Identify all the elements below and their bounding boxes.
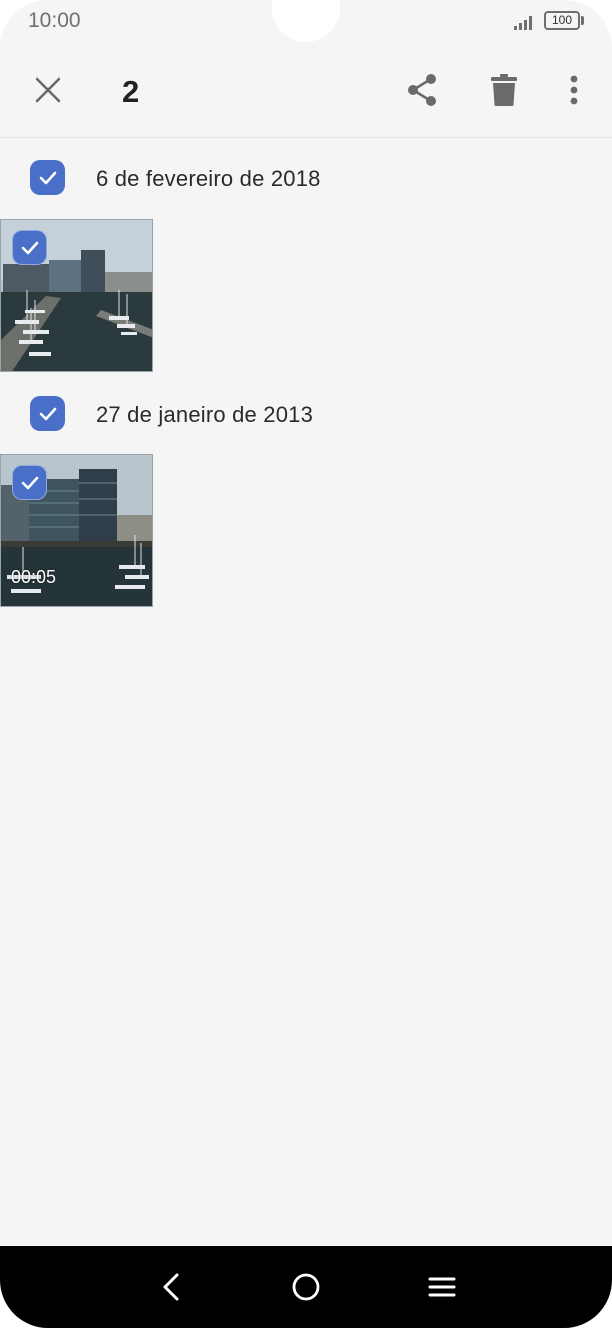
back-icon bbox=[163, 1273, 179, 1301]
navigation-bar bbox=[0, 1246, 612, 1328]
share-icon bbox=[408, 74, 436, 106]
phone-screen: 10:00 100 2 6 de fevereiro de 2018 27 de… bbox=[0, 0, 612, 1328]
check-icon bbox=[21, 476, 38, 489]
battery-tip bbox=[581, 16, 584, 25]
item-select-checkbox[interactable] bbox=[12, 465, 47, 500]
delete-button[interactable] bbox=[480, 66, 528, 114]
date-section-header[interactable]: 6 de fevereiro de 2018 bbox=[0, 148, 612, 208]
more-vert-icon bbox=[570, 75, 578, 105]
date-section-header[interactable]: 27 de janeiro de 2013 bbox=[0, 384, 612, 444]
check-icon bbox=[39, 407, 56, 420]
back-button[interactable] bbox=[144, 1260, 198, 1314]
more-options-button[interactable] bbox=[552, 66, 596, 114]
video-thumbnail[interactable]: 00:05 bbox=[0, 454, 153, 607]
photo-thumbnail[interactable] bbox=[0, 219, 153, 372]
signal-icon bbox=[514, 16, 532, 30]
battery-level: 100 bbox=[551, 13, 573, 27]
camera-notch bbox=[272, 0, 340, 42]
section-date-label: 27 de janeiro de 2013 bbox=[96, 402, 314, 427]
video-duration: 00:05 bbox=[11, 567, 57, 587]
selection-action-bar: 2 bbox=[0, 44, 612, 138]
item-select-checkbox[interactable] bbox=[12, 230, 47, 265]
check-icon bbox=[39, 171, 56, 184]
battery-icon: 100 bbox=[544, 11, 580, 30]
selected-count: 2 bbox=[122, 74, 140, 109]
close-selection-button[interactable] bbox=[24, 66, 72, 114]
delete-icon bbox=[491, 74, 517, 106]
close-icon bbox=[35, 77, 61, 103]
status-time: 10:00 bbox=[28, 9, 81, 32]
section-select-checkbox[interactable] bbox=[30, 160, 65, 195]
status-bar: 10:00 100 bbox=[0, 0, 612, 44]
check-icon bbox=[21, 241, 38, 254]
section-date-label: 6 de fevereiro de 2018 bbox=[96, 166, 321, 191]
home-icon bbox=[292, 1273, 320, 1301]
home-button[interactable] bbox=[279, 1260, 333, 1314]
recents-button[interactable] bbox=[415, 1260, 469, 1314]
recents-icon bbox=[428, 1277, 456, 1297]
share-button[interactable] bbox=[398, 66, 446, 114]
section-select-checkbox[interactable] bbox=[30, 396, 65, 431]
